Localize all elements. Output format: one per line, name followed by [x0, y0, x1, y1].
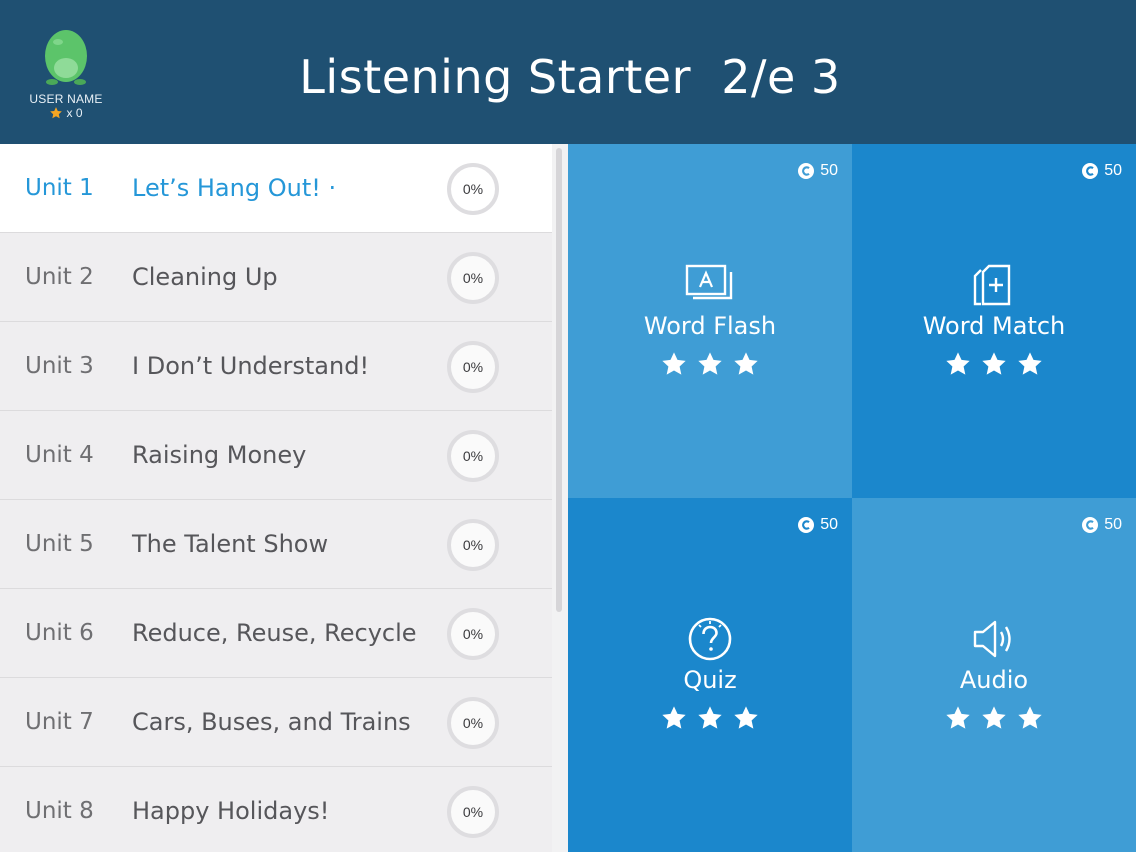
coin-icon — [798, 163, 815, 179]
unit-row-1[interactable]: Unit 1 Let’s Hang Out! · 0% — [0, 144, 552, 233]
coin-reward: 50 — [1082, 516, 1122, 534]
star-icon — [698, 352, 722, 375]
unit-title: Happy Holidays! — [132, 797, 330, 825]
activity-label: Audio — [959, 666, 1029, 694]
unit-number: Unit 3 — [25, 353, 94, 379]
star-icon — [734, 706, 758, 729]
unit-row-3[interactable]: Unit 3 I Don’t Understand! 0% — [0, 322, 552, 411]
coin-count: 50 — [1104, 162, 1122, 179]
activity-quiz[interactable]: 50 Quiz — [568, 498, 852, 852]
star-icon — [946, 352, 970, 375]
unit-title: Cleaning Up — [132, 263, 278, 291]
coin-reward: 50 — [798, 516, 838, 534]
star-icon — [982, 352, 1006, 375]
unit-row-8[interactable]: Unit 8 Happy Holidays! 0% — [0, 767, 552, 852]
activity-audio[interactable]: 50 Audio — [852, 498, 1136, 852]
star-icon — [734, 352, 758, 375]
progress-ring: 0% — [447, 697, 499, 749]
coin-reward: 50 — [798, 162, 838, 180]
activity-label: Word Flash — [643, 312, 777, 340]
star-icon — [1018, 706, 1042, 729]
scrollbar-thumb[interactable] — [556, 148, 562, 612]
star-icon — [982, 706, 1006, 729]
unit-row-7[interactable]: Unit 7 Cars, Buses, and Trains 0% — [0, 678, 552, 767]
unit-number: Unit 1 — [25, 175, 94, 201]
star-rating — [568, 704, 852, 732]
unit-title: Cars, Buses, and Trains — [132, 708, 411, 736]
unit-title: I Don’t Understand! — [132, 352, 370, 380]
star-icon — [50, 107, 63, 119]
card-plus-icon — [973, 264, 1011, 306]
unit-number: Unit 2 — [25, 264, 94, 290]
question-icon — [688, 617, 732, 661]
unit-number: Unit 4 — [25, 442, 94, 468]
progress-ring: 0% — [447, 430, 499, 482]
activity-word-match[interactable]: 50 Word Match — [852, 144, 1136, 498]
coin-count: 50 — [820, 162, 838, 179]
unit-list: Unit 1 Let’s Hang Out! · 0% Unit 2 Clean… — [0, 144, 552, 852]
coin-count: 50 — [1104, 516, 1122, 533]
star-icon — [662, 706, 686, 729]
star-count-label: x 0 — [66, 106, 83, 120]
activity-label: Quiz — [683, 666, 737, 694]
mascot-avatar-icon — [45, 30, 87, 85]
unit-title: Reduce, Reuse, Recycle — [132, 619, 417, 647]
unit-row-5[interactable]: Unit 5 The Talent Show 0% — [0, 500, 552, 589]
unit-row-4[interactable]: Unit 4 Raising Money 0% — [0, 411, 552, 500]
coin-reward: 50 — [1082, 162, 1122, 180]
page-title: Listening Starter 2/e 3 — [299, 50, 841, 104]
star-icon — [662, 352, 686, 375]
user-name: USER NAME — [29, 92, 103, 106]
unit-row-6[interactable]: Unit 6 Reduce, Reuse, Recycle 0% — [0, 589, 552, 678]
coin-icon — [1082, 517, 1099, 533]
star-icon — [946, 706, 970, 729]
unit-title: The Talent Show — [132, 530, 329, 558]
flashcard-icon — [685, 264, 733, 300]
unit-number: Unit 6 — [25, 620, 94, 646]
activity-word-flash[interactable]: 50 Word Flash — [568, 144, 852, 498]
coin-icon — [798, 517, 815, 533]
user-profile[interactable]: USER NAME x 0 — [22, 26, 110, 126]
progress-ring: 0% — [447, 341, 499, 393]
star-rating — [852, 350, 1136, 378]
unit-row-2[interactable]: Unit 2 Cleaning Up 0% — [0, 233, 552, 322]
unit-number: Unit 7 — [25, 709, 94, 735]
unit-title: Let’s Hang Out! · — [132, 174, 337, 202]
coin-icon — [1082, 163, 1099, 179]
activity-label: Word Match — [922, 312, 1066, 340]
unit-list-scrollbar[interactable] — [552, 144, 568, 852]
unit-title: Raising Money — [132, 441, 307, 469]
app-header: USER NAME x 0 Listening Starter 2/e 3 — [0, 0, 1136, 144]
progress-ring: 0% — [447, 786, 499, 838]
progress-ring: 0% — [447, 252, 499, 304]
user-star-count: x 0 — [22, 106, 110, 120]
star-icon — [698, 706, 722, 729]
progress-ring: 0% — [447, 608, 499, 660]
star-rating — [852, 704, 1136, 732]
star-rating — [568, 350, 852, 378]
progress-ring: 0% — [447, 163, 499, 215]
unit-number: Unit 8 — [25, 798, 94, 824]
speaker-icon — [973, 620, 1011, 658]
progress-ring: 0% — [447, 519, 499, 571]
unit-number: Unit 5 — [25, 531, 94, 557]
coin-count: 50 — [820, 516, 838, 533]
star-icon — [1018, 352, 1042, 375]
